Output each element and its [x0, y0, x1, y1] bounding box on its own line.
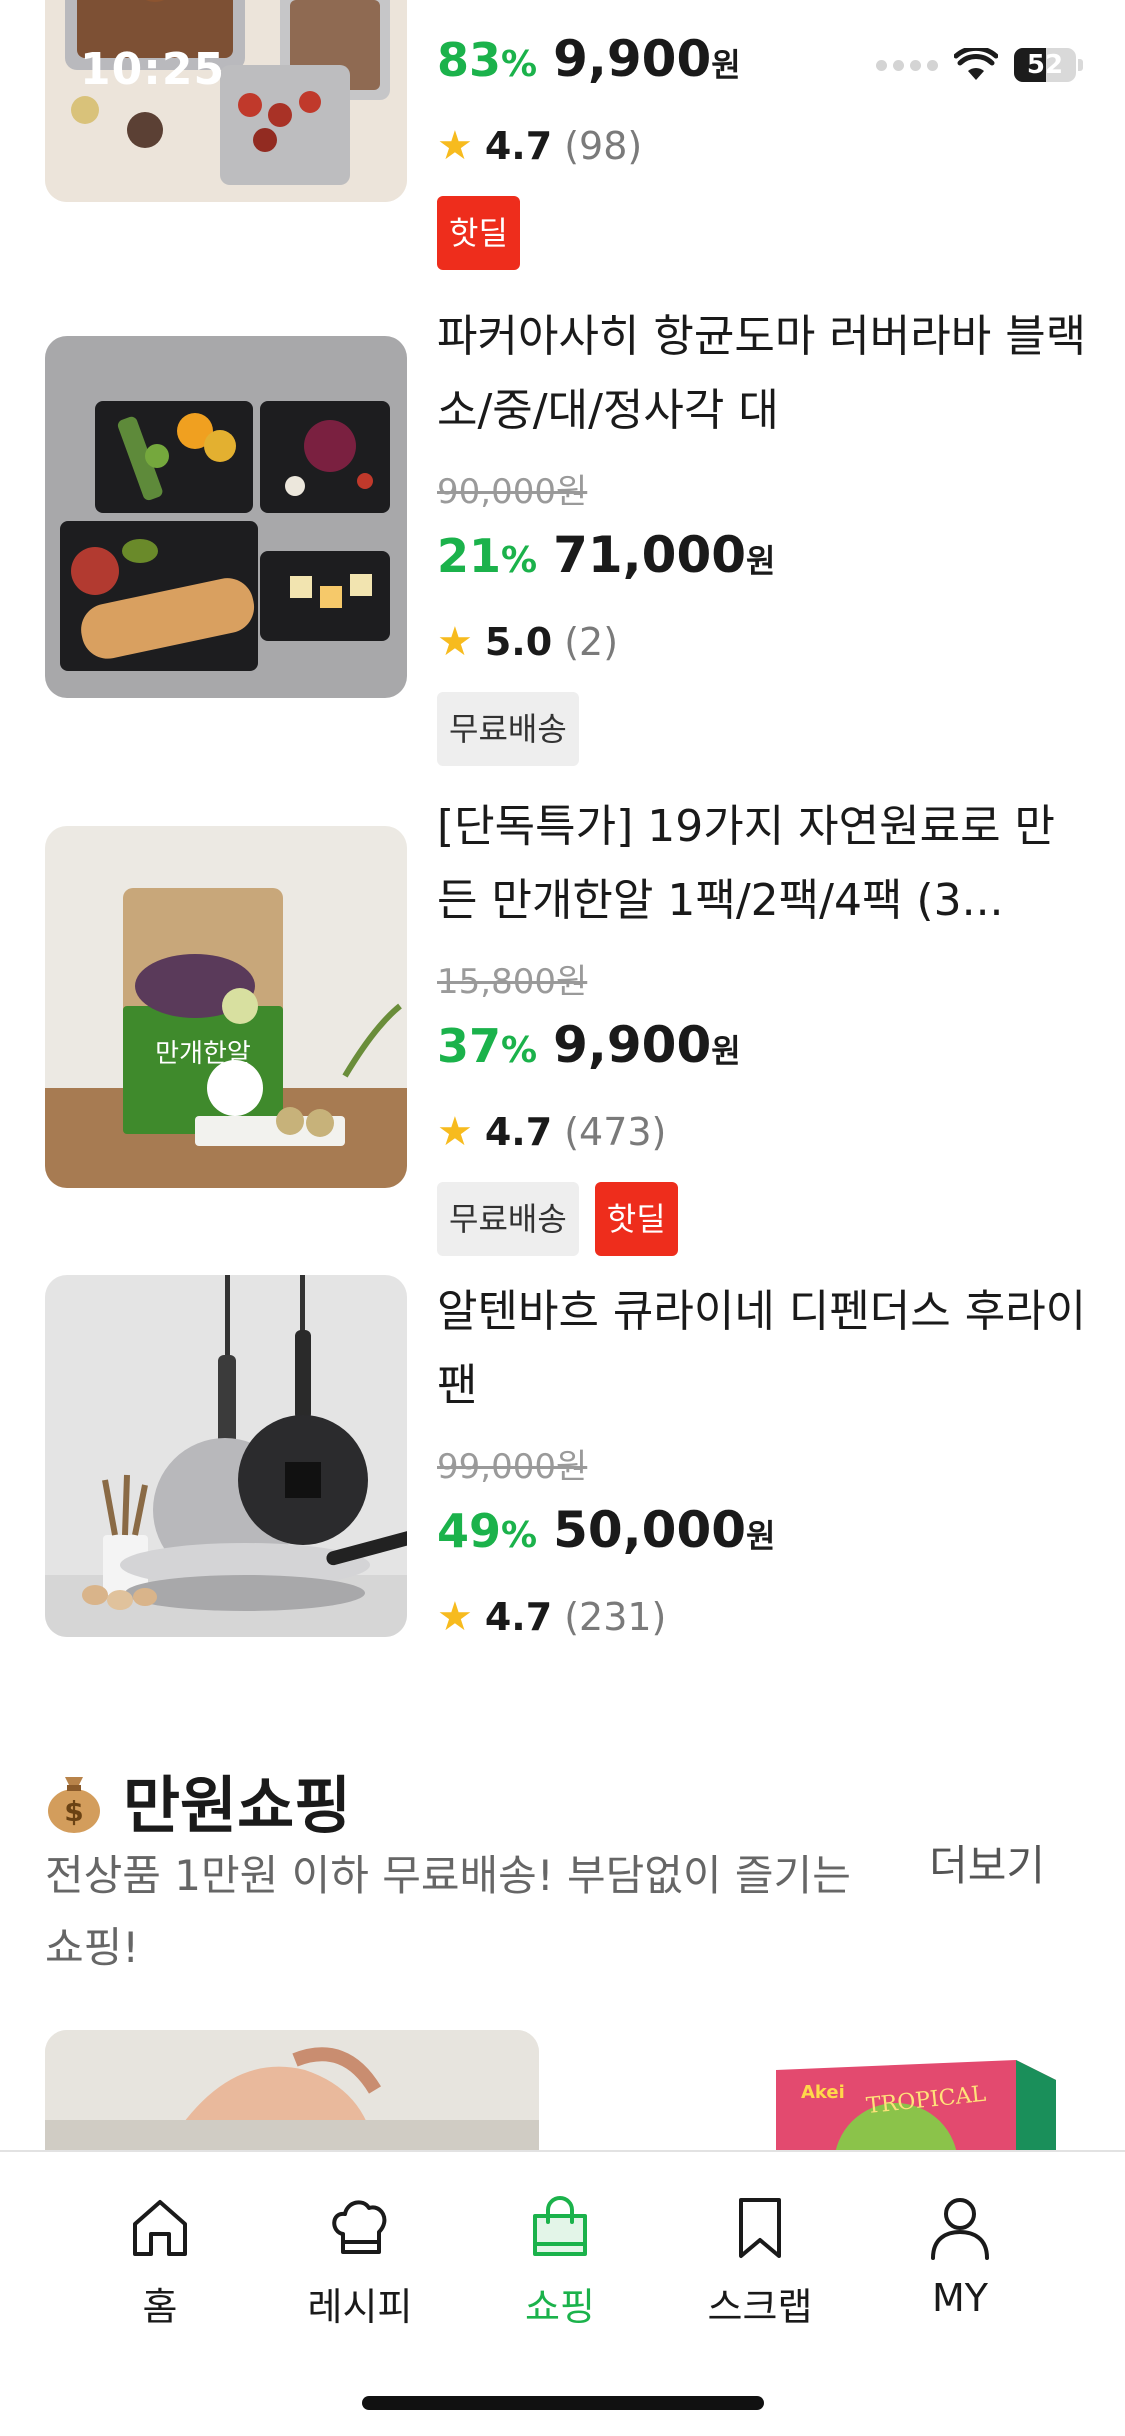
sale-price: 71,000원	[553, 526, 776, 584]
nav-item-shopping[interactable]: 쇼핑	[475, 2192, 645, 2331]
promo-brand: Akei	[801, 2082, 845, 2103]
product-title[interactable]: 알텐바흐 큐라이네 디펜더스 후라이팬	[437, 1275, 1087, 1423]
product-image[interactable]: 만개한알	[45, 826, 407, 1188]
product-image[interactable]	[45, 0, 407, 202]
nav-item-recipe[interactable]: 레시피	[275, 2192, 445, 2331]
original-price: 99,000원	[437, 1447, 588, 1487]
rating: ★ 5.0 (2)	[437, 619, 619, 665]
chef-hat-icon	[332, 2200, 387, 2254]
nav-item-my[interactable]: MY	[875, 2192, 1045, 2320]
bookmark-icon	[739, 2198, 781, 2258]
section-header: $ 만원쇼핑	[45, 1755, 351, 1845]
home-icon	[133, 2200, 187, 2256]
battery-icon: 52	[1014, 48, 1076, 82]
star-icon: ★	[437, 1109, 473, 1155]
wifi-icon	[954, 48, 998, 80]
shopping-bag-icon	[533, 2196, 587, 2256]
person-icon	[931, 2198, 989, 2260]
product-title[interactable]: [단독특가] 19가지 자연원료로 만든 만개한알 1팩/2팩/4팩 (3...	[437, 790, 1087, 938]
svg-text:$: $	[64, 1795, 83, 1828]
free-shipping-badge: 무료배송	[437, 1182, 579, 1256]
hot-deal-badge: 핫딜	[437, 196, 520, 270]
cellular-signal-icon	[876, 59, 938, 71]
star-icon: ★	[437, 123, 473, 169]
rating: ★ 4.7 (98)	[437, 123, 643, 169]
product-image[interactable]	[45, 336, 407, 698]
original-price: 90,000원	[437, 472, 588, 512]
rating: ★ 4.7 (473)	[437, 1109, 667, 1155]
money-bag-icon: $	[48, 1777, 100, 1833]
rating: ★ 4.7 (231)	[437, 1594, 667, 1640]
status-indicators: 52	[876, 48, 1083, 82]
free-shipping-badge: 무료배송	[437, 692, 579, 766]
product-title[interactable]: 파커아사히 항균도마 러버라바 블랙 소/중/대/정사각 대	[437, 300, 1087, 448]
original-price: 15,800원	[437, 962, 588, 1002]
home-indicator[interactable]	[362, 2396, 764, 2410]
bottom-nav: 홈 레시피 쇼핑 스크랩 MY	[0, 2150, 1125, 2436]
star-icon: ★	[437, 619, 473, 665]
section-title: 만원쇼핑	[123, 1769, 352, 1842]
sale-price: 9,900원	[553, 30, 741, 88]
section-description: 전상품 1만원 이하 무료배송! 부담없이 즐기는 쇼핑!	[45, 1851, 851, 1972]
discount-rate: 37%	[437, 1019, 538, 1073]
discount-rate: 49%	[437, 1504, 538, 1558]
promo-product-image[interactable]: Akei TROPICAL	[776, 2050, 1080, 2150]
discount-rate: 83%	[437, 33, 538, 87]
more-button[interactable]: 더보기	[929, 1832, 1045, 1893]
sale-price: 50,000원	[553, 1501, 776, 1559]
product-image[interactable]	[45, 1275, 407, 1637]
nav-item-scrap[interactable]: 스크랩	[675, 2192, 845, 2331]
battery-level: 52	[1026, 50, 1064, 80]
nav-item-home[interactable]: 홈	[75, 2192, 245, 2331]
product-image-label: 만개한알	[155, 1039, 251, 1069]
hot-deal-badge: 핫딜	[594, 1182, 678, 1256]
sale-price: 9,900원	[553, 1016, 741, 1074]
promo-product-image[interactable]	[45, 2030, 539, 2150]
star-icon: ★	[437, 1594, 473, 1640]
discount-rate: 21%	[437, 529, 538, 583]
status-time: 10:25	[80, 44, 226, 95]
